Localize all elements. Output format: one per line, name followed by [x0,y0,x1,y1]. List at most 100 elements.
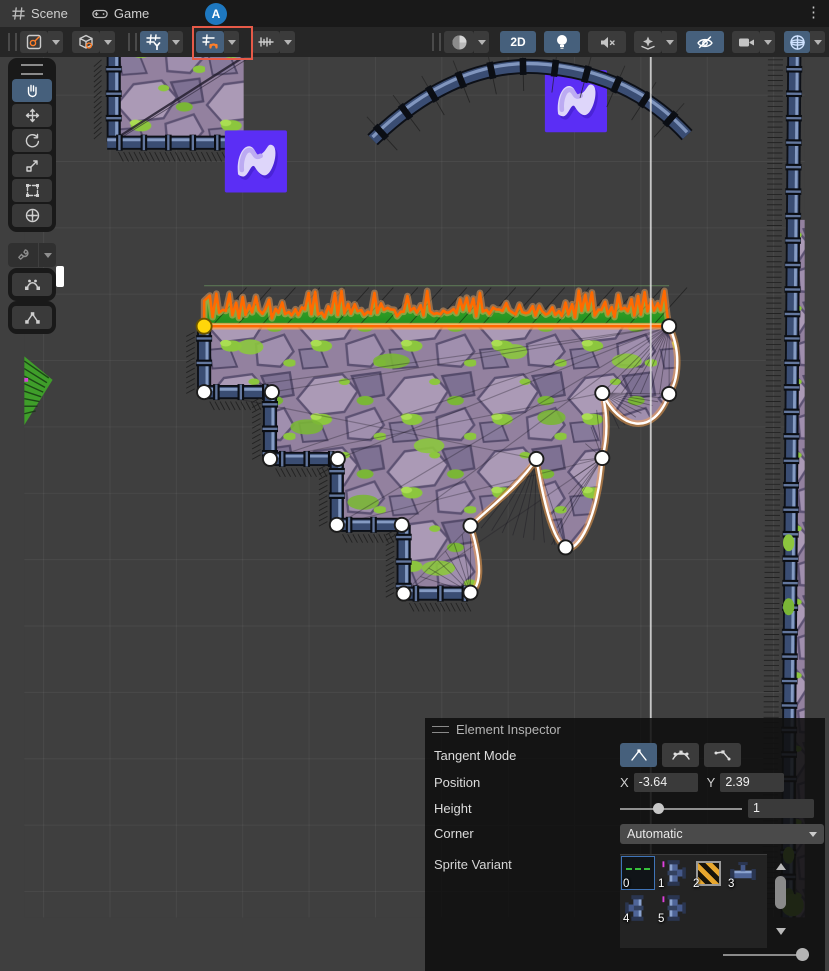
height-slider-knob[interactable] [653,803,664,814]
tab-scene[interactable]: Scene [0,0,80,27]
spline-control-point[interactable] [395,518,409,532]
tab-game[interactable]: Game [80,0,161,27]
camera-icon [738,36,755,49]
draw-mode-dropdown[interactable] [474,31,489,53]
spline-control-point[interactable] [265,385,279,399]
pivot-cube-button[interactable] [72,31,100,53]
spline-control-point[interactable] [595,386,609,400]
rotate-tool[interactable] [12,129,52,152]
tangent-broken-icon [713,748,733,762]
toolbar-separator [128,33,137,51]
thumbnail-size-slider[interactable] [723,948,809,962]
effects-icon [640,35,656,50]
scale-icon [25,158,40,173]
pivot-cube-dropdown[interactable] [100,31,115,53]
custom-tools-button[interactable] [8,243,56,267]
tangent-broken-button[interactable] [704,743,741,767]
variant-scrollbar[interactable] [773,854,788,946]
sprite-variant-5[interactable]: 5 [656,891,690,925]
kebab-menu-icon[interactable]: ⋮ [806,4,821,22]
sprite-variant-3[interactable]: 3 [726,856,760,890]
spline-control-point[interactable] [330,518,344,532]
draw-mode-button[interactable] [444,31,474,53]
grid-snapping-button[interactable] [196,31,224,53]
spline-control-point[interactable] [463,519,477,533]
sprite-variant-4[interactable]: 4 [621,891,655,925]
edit-spline-tool[interactable] [12,273,52,296]
ruler-snap-icon [258,35,274,49]
camera-dropdown[interactable] [760,31,775,53]
collaborator-badge[interactable]: A [205,3,227,25]
spline-control-point[interactable] [662,319,676,333]
scene-visibility-button[interactable] [686,31,724,53]
scene-lighting-button[interactable] [544,31,580,53]
gizmo-button[interactable] [784,31,810,53]
spline-control-point[interactable] [197,385,211,399]
corner-dropdown[interactable]: Automatic [620,824,824,844]
scrollbar-thumb[interactable] [775,876,786,909]
position-x-field[interactable]: -3.64 [634,773,698,792]
logo-sprite[interactable] [225,130,287,192]
corner-points-icon [24,311,41,325]
edit-corners-tool[interactable] [12,306,52,329]
spline-context-icon [26,34,42,50]
spline-control-point[interactable] [595,451,609,465]
sprite-variant-0[interactable]: 0 [621,856,655,890]
scene-toolbar: 2D [0,27,829,57]
spline-control-point[interactable] [529,452,543,466]
overlay-drag-marker [56,266,64,287]
spline-control-point-selected[interactable] [197,319,212,334]
tangent-continuous-button[interactable] [662,743,699,767]
transform-tool[interactable] [12,204,52,227]
tools-overlay [8,58,56,232]
panel-drag-handle[interactable] [432,726,449,733]
cube-pivot-icon [78,34,94,50]
bulb-icon [555,34,569,50]
height-slider-track [620,808,742,810]
speaker-muted-icon [599,35,616,50]
tools-overlay-handle[interactable] [21,64,43,75]
sprite-variant-2[interactable]: 2 [691,856,725,890]
rect-tool[interactable] [12,179,52,202]
scroll-down-icon[interactable] [776,928,786,940]
spline-control-point[interactable] [263,452,277,466]
thumbnail-slider-knob[interactable] [796,948,809,961]
spline-control-point[interactable] [662,387,676,401]
spline-context-dropdown[interactable] [48,31,63,53]
spline-control-point[interactable] [559,540,573,554]
dashed-line-sprite [626,868,650,870]
height-field[interactable]: 1 [748,799,814,818]
sprite-variant-1[interactable]: 1 [656,856,690,890]
effects-dropdown[interactable] [662,31,677,53]
toolbar-separator [432,33,441,51]
grid-axis-dropdown[interactable] [168,31,183,53]
grid-axis-y-button[interactable] [140,31,168,53]
spline-control-point[interactable] [463,586,477,600]
position-y-field[interactable]: 2.39 [720,773,784,792]
camera-button[interactable] [732,31,760,53]
grid-snapping-dropdown[interactable] [224,31,239,53]
gizmo-dropdown[interactable] [810,31,825,53]
tangent-linear-icon [629,748,649,762]
audio-mute-button[interactable] [588,31,626,53]
tab-game-label: Game [114,6,149,21]
height-slider[interactable] [620,799,742,818]
mode-2d-button[interactable]: 2D [500,31,536,53]
effects-button[interactable] [634,31,662,53]
height-label: Height [434,801,620,816]
custom-tools-dropdown[interactable] [39,243,56,267]
tangent-linear-button[interactable] [620,743,657,767]
scroll-up-icon[interactable] [776,858,786,870]
increment-snap-dropdown[interactable] [280,31,295,53]
tab-bar: Scene Game A ⋮ [0,0,829,27]
scale-tool[interactable] [12,154,52,177]
increment-snap-button[interactable] [252,31,280,53]
view-hand-tool[interactable] [12,79,52,102]
eye-hidden-icon [696,35,714,49]
edit-corners-overlay [8,301,56,334]
spline-control-point[interactable] [397,586,411,600]
spline-edit-context-button[interactable] [20,31,48,53]
spline-control-point[interactable] [331,452,345,466]
move-tool[interactable] [12,104,52,127]
rotate-icon [25,133,40,148]
